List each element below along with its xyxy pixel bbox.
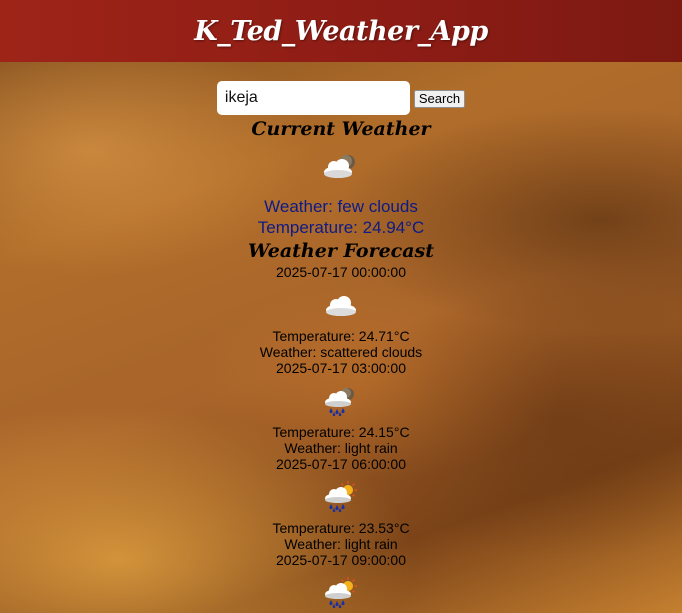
forecast-weather: Weather: light rain	[284, 440, 398, 456]
current-weather-heading: Current Weather	[251, 118, 431, 140]
forecast-time: 2025-07-17 03:00:00	[276, 360, 406, 376]
scattered-clouds-icon	[321, 288, 361, 320]
rain-day-icon	[321, 480, 361, 513]
forecast-heading: Weather Forecast	[247, 240, 435, 262]
forecast-time: 2025-07-17 00:00:00	[276, 264, 406, 280]
forecast-weather: Weather: light rain	[284, 536, 398, 552]
forecast-temperature: Temperature: 24.71°C	[272, 328, 410, 344]
forecast-list: 2025-07-17 00:00:00 Temperature: 24.71°C…	[0, 264, 682, 613]
few-clouds-night-icon	[321, 151, 361, 183]
search-bar: Search	[0, 81, 682, 115]
current-weather-details: Weather: few clouds Temperature: 24.94°C	[0, 196, 682, 238]
forecast-icon	[0, 568, 682, 613]
forecast-weather: Weather: scattered clouds	[259, 344, 423, 360]
rain-night-icon	[321, 384, 361, 417]
forecast-time: 2025-07-17 09:00:00	[276, 552, 406, 568]
search-button[interactable]: Search	[413, 90, 466, 108]
forecast-icon	[0, 472, 682, 520]
forecast-time: 2025-07-17 06:00:00	[276, 456, 406, 472]
weather-content: Current Weather Weather: few clouds Temp…	[0, 116, 682, 613]
forecast-icon	[0, 280, 682, 328]
rain-day-icon	[321, 576, 361, 609]
current-weather-description: Weather: few clouds	[264, 197, 418, 216]
forecast-icon	[0, 376, 682, 424]
app-title: K_Ted_Weather_App	[194, 15, 488, 47]
forecast-temperature: Temperature: 23.53°C	[272, 520, 410, 536]
current-weather-icon	[0, 146, 682, 186]
forecast-temperature: Temperature: 24.15°C	[272, 424, 410, 440]
app-header: K_Ted_Weather_App	[0, 0, 682, 62]
current-temperature: Temperature: 24.94°C	[257, 218, 425, 237]
city-search-input[interactable]	[216, 81, 410, 115]
